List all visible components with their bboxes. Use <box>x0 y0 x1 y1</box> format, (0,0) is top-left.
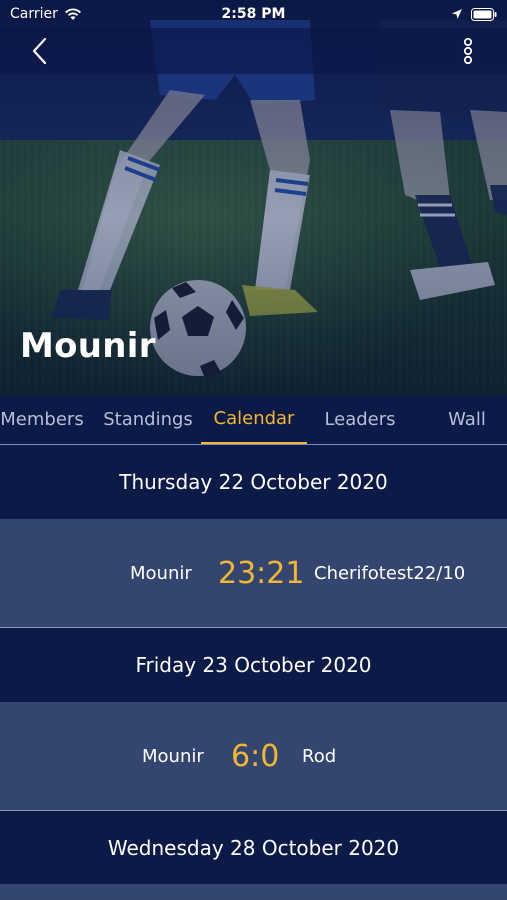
date-header: Wednesday 28 October 2020 <box>0 811 507 885</box>
home-team: Mounir <box>142 746 204 767</box>
tab-bar: Members Standings Calendar Leaders Wall <box>0 395 507 445</box>
match-score: 6:0 <box>231 739 280 774</box>
back-button[interactable] <box>22 34 56 68</box>
tab-wall[interactable]: Wall <box>422 395 507 444</box>
tab-calendar[interactable]: Calendar <box>201 395 307 444</box>
tab-members[interactable]: Members <box>0 395 94 444</box>
chevron-left-icon <box>32 37 47 65</box>
navigation-bar <box>0 28 507 74</box>
league-title: Mounir <box>20 326 156 366</box>
status-time: 2:58 PM <box>221 6 286 22</box>
match-row[interactable]: Mounir 6:0 Rod <box>0 702 507 811</box>
date-header: Friday 23 October 2020 <box>0 628 507 702</box>
away-team: Cherifotest22/10 <box>314 563 466 584</box>
more-options-button[interactable] <box>451 34 485 68</box>
status-bar: Carrier 2:58 PM <box>0 0 507 28</box>
tab-standings[interactable]: Standings <box>97 395 199 444</box>
vertical-ellipsis-icon <box>463 38 473 64</box>
tab-leaders[interactable]: Leaders <box>312 395 408 444</box>
match-row[interactable]: Mounir 23:21 Cherifotest22/10 <box>0 519 507 628</box>
date-header: Thursday 22 October 2020 <box>0 445 507 519</box>
match-row-partial[interactable] <box>0 884 507 900</box>
away-team: Rod <box>302 746 337 767</box>
home-team: Mounir <box>130 563 192 584</box>
match-score: 23:21 <box>218 556 305 591</box>
